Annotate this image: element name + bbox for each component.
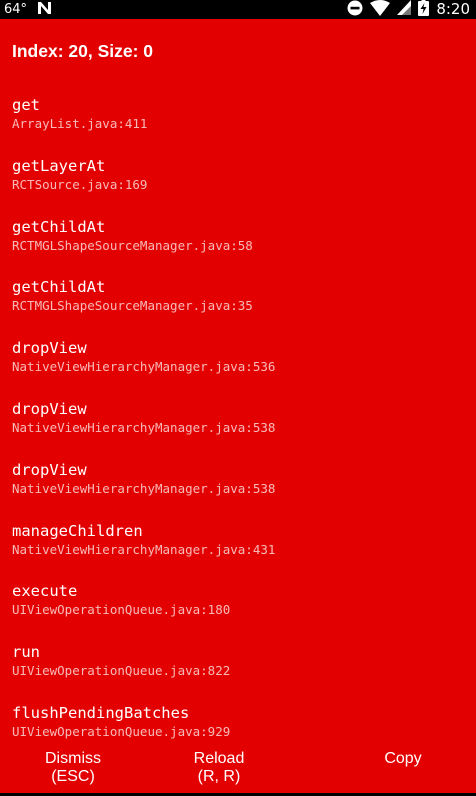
frame-method: dropView (12, 339, 87, 358)
frame-method: getChildAt (12, 278, 106, 297)
stack-frame[interactable]: dropView NativeViewHierarchyManager.java… (12, 399, 468, 460)
frame-file: NativeViewHierarchyManager.java:431 (12, 541, 276, 557)
frame-method: getLayerAt (12, 156, 106, 175)
frame-file: UIViewOperationQueue.java:822 (12, 663, 231, 679)
frame-file: RCTSource.java:169 (12, 176, 148, 192)
frame-file: NativeViewHierarchyManager.java:538 (12, 419, 276, 435)
stack-frame[interactable]: getChildAt RCTMGLShapeSourceManager.java… (12, 217, 468, 278)
cell-signal-icon (397, 0, 412, 19)
redbox-button-bar: Dismiss (ESC) Reload (R, R) Copy (0, 746, 476, 793)
reload-button-label: Reload (193, 750, 245, 767)
battery-charging-icon (418, 0, 430, 20)
dismiss-button[interactable]: Dismiss (ESC) (0, 746, 146, 793)
frame-file: RCTMGLShapeSourceManager.java:35 (12, 298, 253, 314)
do-not-disturb-icon (347, 0, 363, 20)
stack-frame[interactable]: dropView NativeViewHierarchyManager.java… (12, 338, 468, 399)
frame-method: dropView (12, 399, 87, 418)
stack-frame[interactable]: getChildAt RCTMGLShapeSourceManager.java… (12, 277, 468, 338)
frame-method: get (12, 96, 40, 114)
status-bar: 64° 8:20 (0, 0, 476, 19)
frame-method: dropView (12, 460, 87, 479)
reload-button-shortcut: (R, R) (197, 768, 241, 785)
copy-button[interactable]: Copy (292, 746, 476, 793)
frame-file: NativeViewHierarchyManager.java:536 (12, 359, 276, 375)
copy-button-label: Copy (384, 750, 422, 767)
frame-method: run (12, 643, 40, 662)
stack-frame[interactable]: getLayerAt RCTSource.java:169 (12, 156, 468, 217)
reload-button[interactable]: Reload (R, R) (146, 746, 292, 793)
dismiss-button-label: Dismiss (45, 750, 101, 767)
n-notification-icon (37, 0, 52, 19)
redbox-error-screen: Index: 20, Size: 0 get ArrayList.java:41… (0, 19, 476, 793)
stack-frame[interactable]: execute UIViewOperationQueue.java:180 (12, 581, 468, 642)
clock: 8:20 (436, 0, 470, 18)
dismiss-button-shortcut: (ESC) (51, 768, 95, 785)
stack-frame[interactable]: manageChildren NativeViewHierarchyManage… (12, 521, 468, 582)
frame-file: NativeViewHierarchyManager.java:538 (12, 480, 276, 496)
weather-temperature: 64° (4, 2, 28, 17)
frame-method: execute (12, 582, 78, 601)
stack-frame[interactable]: get ArrayList.java:411 (12, 95, 468, 156)
stack-frame[interactable]: dropView NativeViewHierarchyManager.java… (12, 460, 468, 521)
frame-file: RCTMGLShapeSourceManager.java:58 (12, 237, 253, 253)
frame-file: UIViewOperationQueue.java:180 (12, 602, 231, 618)
frame-method: flushPendingBatches (12, 703, 190, 722)
frame-file: UIViewOperationQueue.java:929 (12, 723, 231, 739)
stack-frame[interactable]: run UIViewOperationQueue.java:822 (12, 642, 468, 703)
wifi-icon (370, 0, 391, 20)
frame-file: ArrayList.java:411 (12, 116, 148, 131)
frame-method: getChildAt (12, 217, 106, 236)
stack-trace[interactable]: get ArrayList.java:411 getLayerAt RCTSou… (12, 95, 468, 764)
error-message: Index: 20, Size: 0 (12, 41, 154, 61)
frame-method: manageChildren (12, 521, 143, 540)
